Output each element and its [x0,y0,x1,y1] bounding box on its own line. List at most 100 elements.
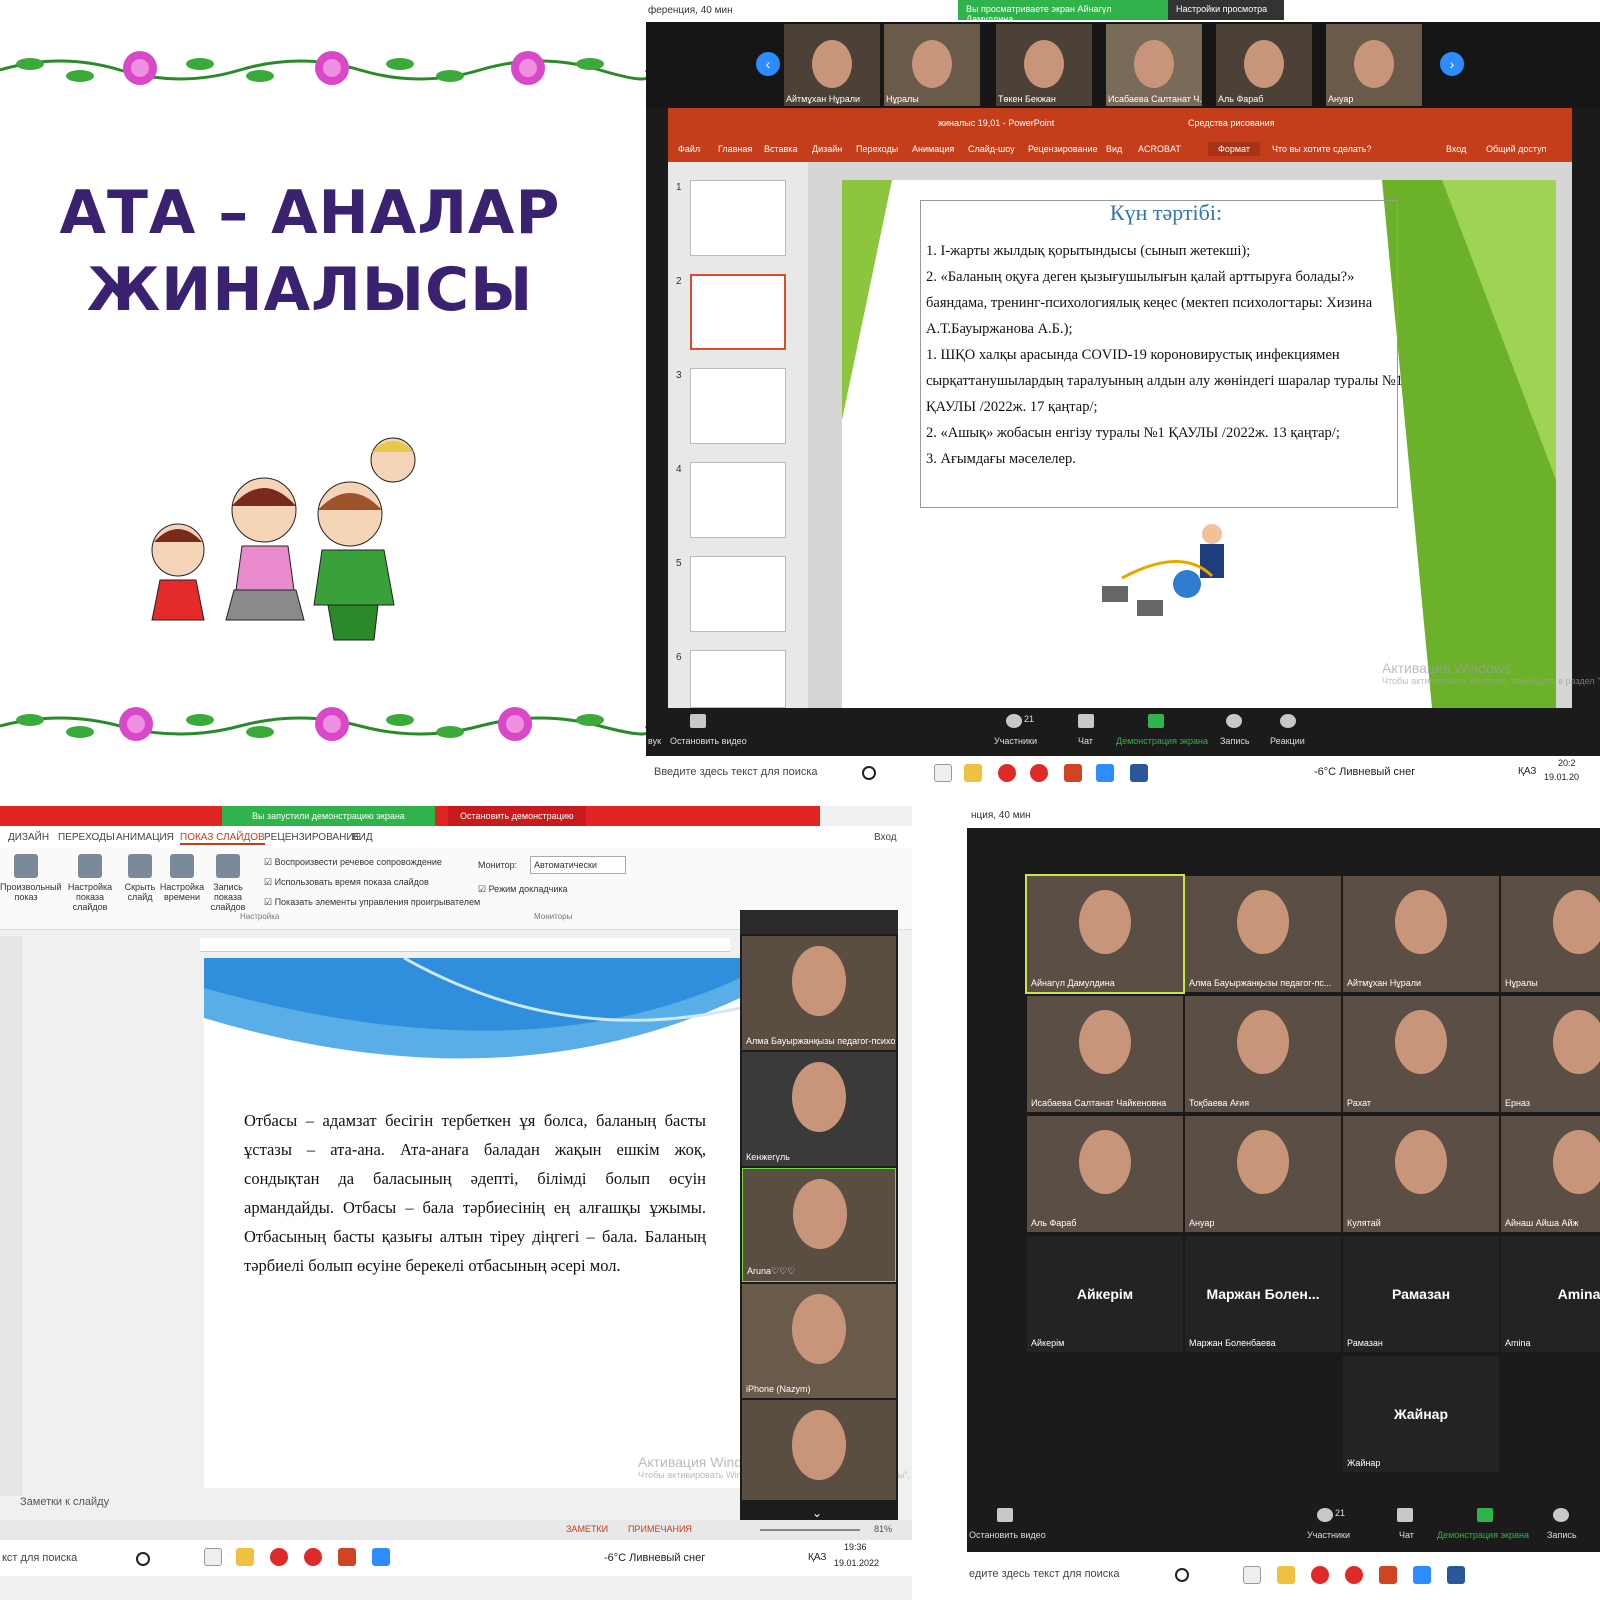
record-show-button[interactable]: Запись показа слайдов [202,854,254,912]
folder-icon[interactable] [236,1548,254,1566]
menu-insert[interactable]: Вставка [764,144,797,154]
slide-thumb[interactable] [690,650,786,708]
stop-sharing-button[interactable]: Остановить демонстрацию [448,806,586,826]
monitor-select[interactable]: Автоматически [530,856,626,874]
share-screen-icon[interactable] [1477,1508,1493,1522]
participant-tile[interactable]: Айкерім Айкерім [1027,1236,1183,1352]
participant-tile[interactable]: Алма Бауыржанқызы педагог-психо... [742,936,896,1050]
tab-slideshow[interactable]: ПОКАЗ СЛАЙДОВ [180,832,265,845]
chat-button[interactable]: Чат [1078,736,1093,746]
zoom-slider[interactable] [760,1529,860,1531]
reactions-icon[interactable] [1280,714,1296,728]
file-icon[interactable] [204,1548,222,1566]
menu-design[interactable]: Дизайн [812,144,842,154]
taskbar-search[interactable]: едите здесь текст для поиска [969,1568,1119,1580]
record-icon[interactable] [1553,1508,1569,1522]
menu-view[interactable]: Вид [1106,144,1122,154]
slide-thumb-selected[interactable] [690,274,786,350]
participants-icon[interactable] [1317,1508,1333,1522]
menu-animation[interactable]: Анимация [912,144,954,154]
slide-notes[interactable]: Заметки к слайду [20,1496,109,1508]
slide-thumb[interactable] [690,180,786,256]
slide-thumb[interactable] [690,368,786,444]
powerpoint-icon[interactable] [1379,1566,1397,1584]
chat-button[interactable]: Чат [1399,1530,1414,1540]
participants-button[interactable]: Участники [994,736,1037,746]
participant-tile[interactable]: Жайнар Жайнар [1343,1356,1499,1472]
folder-icon[interactable] [1277,1566,1295,1584]
participant-tile[interactable]: Аль Фараб [1027,1116,1183,1232]
slide-thumb[interactable] [690,556,786,632]
check-narration[interactable]: ☑ Воспроизвести речевое сопровождение [264,852,480,872]
participant-tile[interactable]: Aruna♡♡♡ [742,1168,896,1282]
participant-tile[interactable]: Айтмұхан Нұрали [1343,876,1499,992]
check-media-controls[interactable]: ☑ Показать элементы управления проигрыва… [264,892,480,912]
menu-acrobat[interactable]: ACROBAT [1138,144,1181,154]
participant-thumb[interactable]: Айтмұхан Нұрали [784,24,880,106]
tab-transitions[interactable]: ПЕРЕХОДЫ [58,832,115,843]
signin-link[interactable]: Вход [1446,144,1466,154]
participant-tile[interactable]: Рамазан Рамазан [1343,1236,1499,1352]
participant-tile[interactable]: Ануар [1185,1116,1341,1232]
next-page-button[interactable]: › [1440,52,1464,76]
powerpoint-icon[interactable] [1064,764,1082,782]
tell-me-input[interactable]: Что вы хотите сделать? [1272,144,1372,154]
participant-tile[interactable]: Кенжегүль [742,1052,896,1166]
record-button[interactable]: Запись [1220,736,1250,746]
stop-video-button[interactable]: Остановить видео [670,736,747,746]
prev-page-button[interactable]: ‹ [756,52,780,76]
yandex-browser-icon[interactable] [1030,764,1048,782]
file-icon[interactable] [1243,1566,1261,1584]
participant-tile[interactable]: Тоқбаева Ағия [1185,996,1341,1112]
folder-icon[interactable] [964,764,982,782]
participant-tile[interactable]: Исабаева Салтанат Чайкеновна [1027,996,1183,1112]
video-icon[interactable] [690,714,706,728]
cortana-icon[interactable] [862,766,876,780]
participants-button[interactable]: Участники [1307,1530,1350,1540]
yandex-browser-icon[interactable] [304,1548,322,1566]
word-icon[interactable] [1130,764,1148,782]
signin-link[interactable]: Вход [874,832,897,843]
cortana-icon[interactable] [1175,1568,1189,1582]
rehearse-timings-button[interactable]: Настройка времени [156,854,208,902]
participant-tile[interactable]: Рахат [1343,996,1499,1112]
custom-show-button[interactable]: Произвольный показ [0,854,62,902]
stop-video-button[interactable]: Остановить видео [969,1530,1046,1540]
share-button[interactable]: Общий доступ [1486,144,1546,154]
zoom-icon[interactable] [1413,1566,1431,1584]
participant-thumb[interactable]: Исабаева Салтанат Ч... [1106,24,1202,106]
agenda-slide[interactable]: Күн тәртібі: 1. І-жарты жылдық қорытынды… [842,180,1600,708]
audio-label[interactable]: вук [648,736,661,746]
current-slide[interactable]: Отбасы – адамзат бесігін тербеткен ұя бо… [204,958,910,1488]
participant-tile[interactable]: Кулятай [1343,1116,1499,1232]
participant-thumb[interactable]: Ануар [1326,24,1422,106]
yandex-icon[interactable] [1311,1566,1329,1584]
tab-design[interactable]: ДИЗАЙН [8,832,49,843]
presenter-view-check[interactable]: ☑ Режим докладчика [478,884,568,895]
zoom-icon[interactable] [372,1548,390,1566]
word-icon[interactable] [1447,1566,1465,1584]
notes-button[interactable]: ЗАМЕТКИ [566,1524,608,1534]
setup-show-button[interactable]: Настройка показа слайдов [64,854,116,912]
menu-review[interactable]: Рецензирование [1028,144,1098,154]
participant-tile[interactable]: Айнагүл Дамулдина [1025,874,1185,994]
participant-thumb[interactable]: Нұралы [884,24,980,106]
participants-icon[interactable] [1006,714,1022,728]
cortana-icon[interactable] [136,1552,150,1566]
participant-tile[interactable]: Amina Amina [1501,1236,1600,1352]
yandex-icon[interactable] [998,764,1016,782]
yandex-browser-icon[interactable] [1345,1566,1363,1584]
tab-animation[interactable]: АНИМАЦИЯ [116,832,174,843]
record-icon[interactable] [1226,714,1242,728]
share-screen-button[interactable]: Демонстрация экрана [1116,736,1208,746]
taskbar-search[interactable]: Введите здесь текст для поиска [654,766,818,778]
check-timings[interactable]: ☑ Использовать время показа слайдов [264,872,480,892]
participant-tile[interactable]: Нұралы [1501,876,1600,992]
chat-icon[interactable] [1078,714,1094,728]
tab-view[interactable]: ВИД [352,832,373,843]
participant-tile[interactable]: Алма Бауыржанқызы педагог-пс... [1185,876,1341,992]
participant-tile[interactable]: Маржан Болен... Маржан Боленбаева [1185,1236,1341,1352]
view-settings-button[interactable]: Настройки просмотра [1168,0,1284,20]
reactions-button[interactable]: Реакции [1270,736,1305,746]
participant-tile[interactable]: Ерназ [1501,996,1600,1112]
